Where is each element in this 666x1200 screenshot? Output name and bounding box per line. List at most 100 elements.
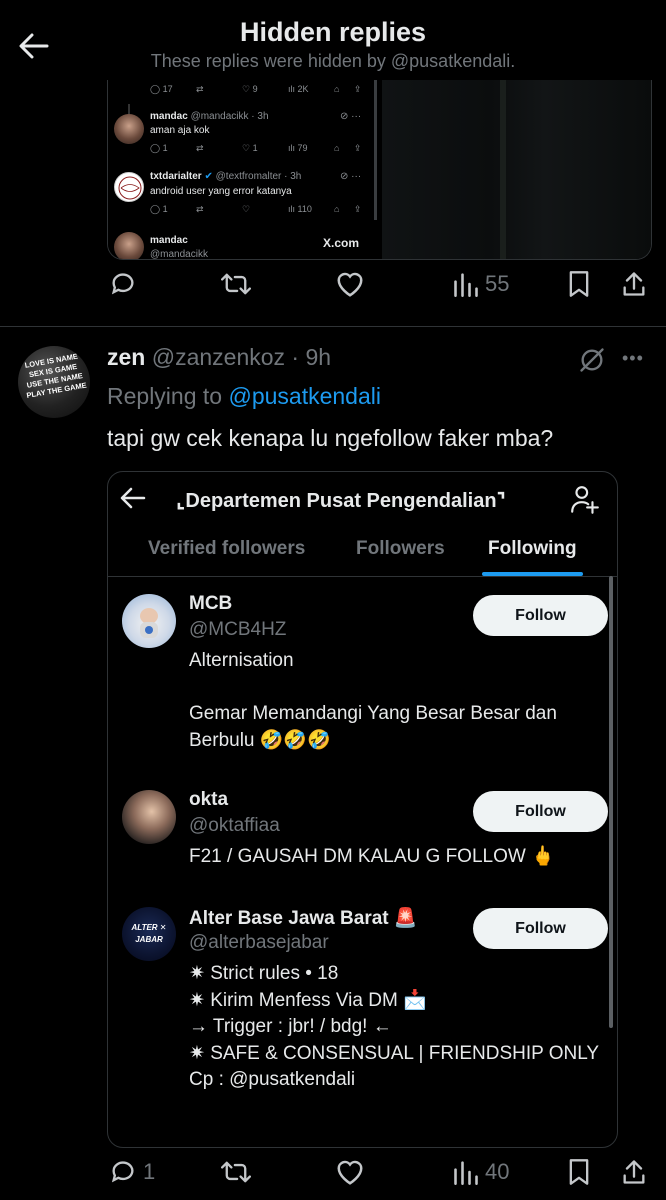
retweet-button[interactable]	[221, 1158, 251, 1186]
user-handle: @alterbasejabar	[189, 932, 329, 953]
follow-button: Follow	[473, 908, 608, 949]
views-icon	[454, 1161, 478, 1185]
bookmark-icon	[569, 1159, 589, 1185]
heart-icon	[337, 272, 363, 297]
avatar[interactable]: LOVE IS NAME SEX IS GAME USE THE NAME PL…	[18, 346, 90, 418]
bookmark-icon	[569, 271, 589, 297]
mini-tweet-author: mandac @mandacikk · 3h	[150, 111, 269, 122]
share-icon	[623, 1160, 645, 1184]
divider	[0, 326, 666, 327]
avatar	[122, 594, 176, 648]
mini-retweet-icon: ⇄	[196, 84, 204, 94]
back-button	[120, 486, 146, 515]
reply-button[interactable]	[109, 270, 137, 298]
views-count: 55	[485, 271, 510, 296]
views-count: 40	[485, 1159, 510, 1184]
reply-button[interactable]: 1	[109, 1158, 155, 1186]
mini-tweet-text: aman aja kok	[150, 125, 210, 136]
header: Hidden replies These replies were hidden…	[0, 0, 666, 80]
replying-to: Replying to @pusatkendali	[107, 383, 381, 409]
views-icon	[454, 273, 478, 297]
tweet-text: tapi gw cek kenapa lu ngefollow faker mb…	[107, 425, 554, 451]
more-button[interactable]: •••	[622, 348, 644, 369]
mini-bookmark-icon: ⌂	[334, 84, 340, 94]
retweet-button[interactable]	[221, 270, 251, 298]
like-button[interactable]	[335, 270, 365, 298]
share-button[interactable]	[621, 1158, 647, 1186]
tab-followers: Followers	[356, 538, 445, 559]
bookmark-button[interactable]	[567, 270, 591, 298]
embedded-image[interactable]: ◯ 17 ⇄ ♡ 9 ılı 2K ⌂ ⇪ mandac @mandacikk …	[107, 80, 652, 260]
mini-tweet-author: mandac	[150, 235, 188, 246]
tweet-actions: 55	[107, 270, 652, 310]
user-bio: F21 / GAUSAH DM KALAU G FOLLOW 🖕	[189, 846, 555, 867]
add-person-icon	[571, 486, 599, 514]
avatar-logo-icon	[118, 176, 142, 200]
avatar	[114, 172, 144, 202]
tab-following: Following	[488, 538, 577, 559]
embedded-screenshot: ◯ 17 ⇄ ♡ 9 ılı 2K ⌂ ⇪ mandac @mandacikk …	[108, 80, 381, 260]
eye-off-icon	[580, 348, 604, 372]
reply-count: 1	[143, 1159, 156, 1184]
share-icon	[623, 272, 645, 296]
user-bio: ✷ Strict rules • 18 ✷ Kirim Menfess Via …	[189, 963, 600, 1090]
mini-like-count: ♡ 9	[242, 84, 258, 94]
avatar	[122, 790, 176, 844]
tab-bar: Verified followers Followers Following	[108, 532, 617, 577]
tweet-actions: 1 40	[107, 1158, 652, 1198]
reply-icon	[111, 273, 134, 295]
mini-views-count: ılı 2K	[288, 84, 309, 94]
embedded-screenshot-dark	[382, 80, 651, 259]
avatar	[114, 114, 144, 144]
like-button[interactable]	[335, 1158, 365, 1186]
avatar-text: LOVE IS NAME SEX IS GAME USE THE NAME PL…	[24, 351, 88, 400]
avatar-figure-icon	[140, 608, 158, 638]
user-handle: @oktaffiaa	[189, 815, 280, 836]
mini-tweet-author: txtdarialter ✔ @textfromalter · 3h	[150, 171, 302, 182]
more-icon: •••	[622, 348, 644, 368]
author-meta: @zanzenkoz · 9h	[151, 344, 332, 370]
divider	[374, 80, 377, 220]
views-button[interactable]: 55	[453, 270, 509, 298]
user-name: okta	[189, 789, 229, 810]
bookmark-button[interactable]	[567, 1158, 591, 1186]
more-icon: ⊘ ···	[340, 111, 362, 122]
author-name[interactable]: zen	[107, 344, 145, 370]
user-name: Alter Base Jawa Barat 🚨	[189, 908, 418, 929]
scrollbar	[609, 576, 613, 1028]
avatar: ALTER ✕ JABAR	[122, 907, 176, 961]
profile-title: ⌞Departemen Pusat Pengendalian⌝	[176, 490, 506, 512]
mini-action-row: ◯ 1 ⇄ ♡ ılı 110 ⌂ ⇪	[150, 204, 362, 214]
page-subtitle: These replies were hidden by @pusatkenda…	[150, 51, 516, 71]
follow-button: Follow	[473, 595, 608, 636]
embedded-image[interactable]: ⌞Departemen Pusat Pengendalian⌝ Verified…	[107, 471, 618, 1148]
heart-icon	[337, 1160, 363, 1185]
active-tab-indicator	[482, 572, 583, 576]
mini-share-icon: ⇪	[354, 84, 362, 94]
tab-verified-followers: Verified followers	[148, 538, 306, 559]
tweet-header: zen @zanzenkoz · 9h	[107, 344, 331, 371]
xcom-watermark: X.com	[323, 236, 360, 250]
mini-action-row: ◯ 17 ⇄ ♡ 9 ılı 2K ⌂ ⇪	[150, 84, 374, 95]
user-handle: @MCB4HZ	[189, 619, 287, 640]
follow-button: Follow	[473, 791, 608, 832]
mini-tweet-handle: @mandacikk	[150, 249, 208, 260]
share-button[interactable]	[621, 270, 647, 298]
avatar	[114, 232, 144, 259]
arrow-left-icon	[120, 487, 146, 509]
mention-link[interactable]: @pusatkendali	[228, 383, 381, 409]
page-title: Hidden replies	[239, 17, 427, 47]
mini-reply-count: ◯ 17	[150, 84, 173, 94]
hidden-reply-button[interactable]	[578, 346, 606, 379]
mini-tweet-text: android user yang error katanya	[150, 186, 292, 197]
retweet-icon	[221, 1161, 251, 1183]
retweet-icon	[221, 273, 251, 295]
views-button[interactable]: 40	[453, 1158, 509, 1186]
user-bio: Alternisation Gemar Memandangi Yang Besa…	[189, 650, 557, 751]
user-name: MCB	[189, 593, 233, 614]
more-icon: ⊘ ···	[340, 171, 362, 182]
reply-icon	[111, 1161, 134, 1183]
avatar-text: ALTER ✕ JABAR	[131, 923, 167, 944]
add-person-button	[570, 484, 600, 521]
mini-action-row: ◯ 1 ⇄ ♡ 1 ılı 79 ⌂ ⇪	[150, 143, 362, 153]
